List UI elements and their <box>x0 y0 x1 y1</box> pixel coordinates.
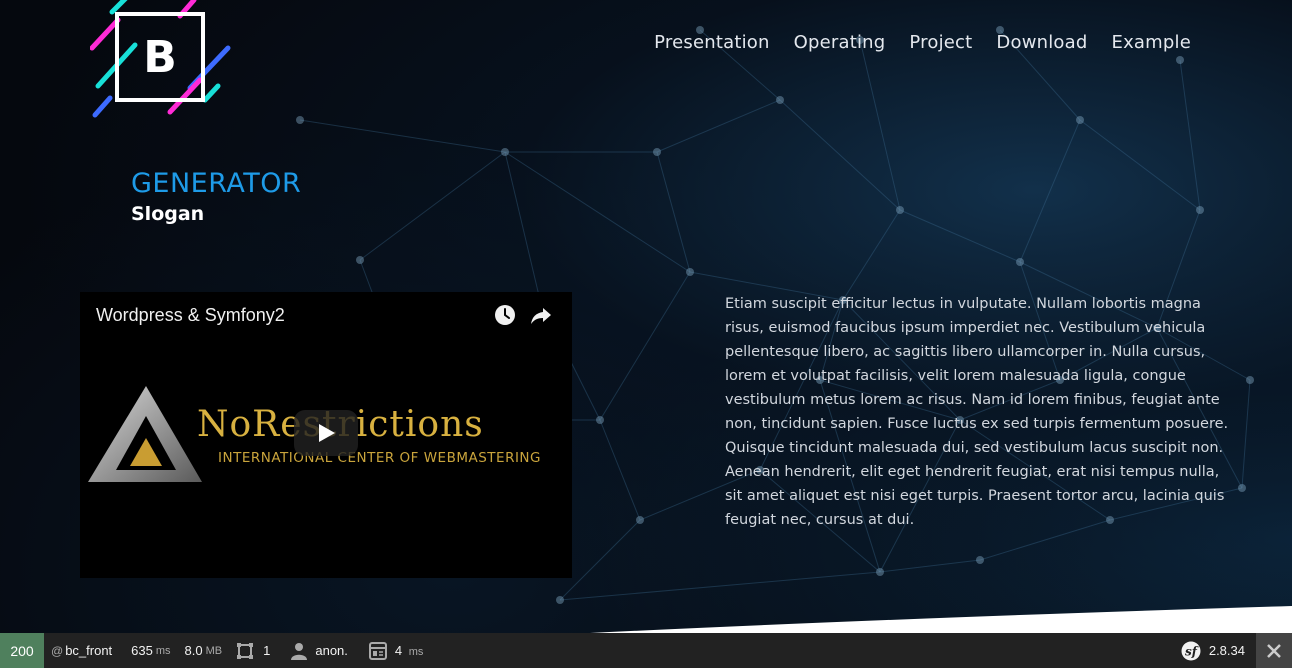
hero-bottom-curve <box>590 606 1292 633</box>
triangle-logo-icon <box>88 386 202 482</box>
toolbar-close-button[interactable] <box>1256 633 1292 668</box>
video-actions <box>494 304 552 326</box>
forms-count: 1 <box>263 643 271 658</box>
status-badge[interactable]: 200 <box>0 633 44 668</box>
nav-item-operating[interactable]: Operating <box>794 32 886 53</box>
memory-unit: MB <box>205 644 223 657</box>
site-logo[interactable]: B <box>90 0 235 122</box>
twig-value: 4 <box>394 643 403 658</box>
network-node <box>1016 258 1024 266</box>
memory-value: 8.0 <box>184 643 203 658</box>
share-icon[interactable] <box>530 304 552 326</box>
network-node <box>501 148 509 156</box>
svg-text:sf: sf <box>1185 644 1199 658</box>
network-line <box>599 271 691 421</box>
network-line <box>599 419 641 521</box>
play-icon <box>319 424 335 442</box>
network-node <box>976 556 984 564</box>
nav-item-project[interactable]: Project <box>909 32 972 53</box>
network-node <box>686 268 694 276</box>
network-line <box>879 559 981 573</box>
route-prefix: @ <box>51 643 64 658</box>
time-unit: ms <box>155 644 171 657</box>
intro-paragraph: Etiam suscipit efficitur lectus in vulpu… <box>725 296 1229 528</box>
network-node <box>1176 56 1184 64</box>
network-line <box>559 519 641 601</box>
network-line <box>1019 119 1081 263</box>
network-line <box>859 39 901 211</box>
route-item[interactable]: @ bc_front <box>44 633 119 668</box>
network-line <box>656 99 781 153</box>
user-item[interactable]: anon. <box>277 633 355 668</box>
network-line <box>779 99 901 211</box>
network-node <box>356 256 364 264</box>
network-node <box>1238 484 1246 492</box>
forms-item[interactable]: 1 <box>229 633 277 668</box>
network-line <box>559 571 881 601</box>
forms-icon <box>237 642 254 659</box>
network-node <box>876 568 884 576</box>
network-node <box>1196 206 1204 214</box>
template-icon <box>368 641 387 660</box>
thumbnail-subtitle: INTERNATIONAL CENTER OF WEBMASTERING <box>218 450 541 466</box>
network-line <box>842 209 901 301</box>
play-button[interactable] <box>294 410 358 456</box>
user-icon <box>291 642 308 660</box>
symfony-version-item[interactable]: sf 2.8.34 <box>1174 633 1256 668</box>
brand-slogan: Slogan <box>131 203 205 225</box>
user-name: anon. <box>315 643 348 658</box>
network-line <box>1241 379 1251 489</box>
main-nav: Presentation Operating Project Download … <box>654 32 1191 53</box>
twig-unit: ms <box>408 646 424 658</box>
network-line <box>899 209 1021 263</box>
network-node <box>596 416 604 424</box>
memory-item[interactable]: 8.0 MB <box>178 633 230 668</box>
network-node <box>636 516 644 524</box>
network-node <box>1246 376 1254 384</box>
video-title[interactable]: Wordpress & Symfony2 <box>96 305 285 326</box>
video-embed[interactable]: Wordpress & Symfony2 INTERNATIONAL CENTE… <box>80 292 572 578</box>
network-node <box>896 206 904 214</box>
symfony-version: 2.8.34 <box>1208 643 1245 658</box>
network-line <box>1079 119 1201 211</box>
network-node <box>776 96 784 104</box>
hero-section: B Presentation Operating Project Downloa… <box>0 0 1292 633</box>
brand-title: GENERATOR <box>131 168 302 199</box>
network-node <box>1076 116 1084 124</box>
time-value: 635 <box>131 643 153 658</box>
network-line <box>299 119 506 153</box>
route-name: bc_front <box>65 643 113 658</box>
nav-item-download[interactable]: Download <box>996 32 1087 53</box>
network-line <box>504 151 541 301</box>
network-line <box>359 151 506 261</box>
close-icon <box>1267 643 1281 658</box>
network-node <box>653 148 661 156</box>
twig-item[interactable]: 4 ms <box>355 633 431 668</box>
network-node <box>296 116 304 124</box>
nav-item-presentation[interactable]: Presentation <box>654 32 769 53</box>
network-line <box>1179 59 1201 211</box>
symfony-logo-icon: sf <box>1181 641 1201 660</box>
logo-letter: B <box>115 12 205 102</box>
debug-toolbar: 200 @ bc_front 635 ms 8.0 MB 1 anon. 4 m… <box>0 633 1292 668</box>
nav-item-example[interactable]: Example <box>1112 32 1192 53</box>
time-item[interactable]: 635 ms <box>119 633 177 668</box>
clock-icon[interactable] <box>494 304 516 326</box>
